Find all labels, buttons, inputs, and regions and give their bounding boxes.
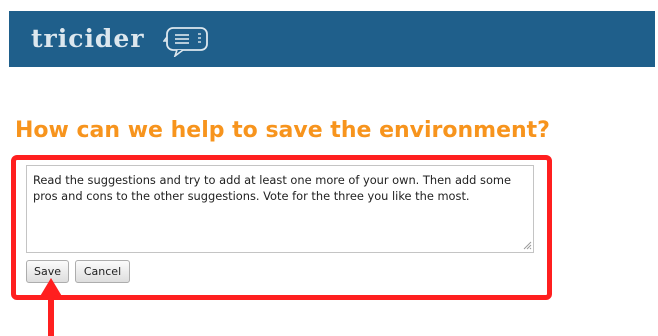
question-title: How can we help to save the environment? <box>15 118 550 143</box>
speech-bubble-icon <box>163 27 208 57</box>
cancel-button[interactable]: Cancel <box>75 260 130 283</box>
resize-grip-icon[interactable] <box>522 240 532 250</box>
description-textarea[interactable]: Read the suggestions and try to add at l… <box>26 165 534 253</box>
red-arrow-up-icon <box>39 278 63 336</box>
logo-text[interactable]: tricider <box>31 24 145 53</box>
app-header: tricider <box>9 11 655 67</box>
